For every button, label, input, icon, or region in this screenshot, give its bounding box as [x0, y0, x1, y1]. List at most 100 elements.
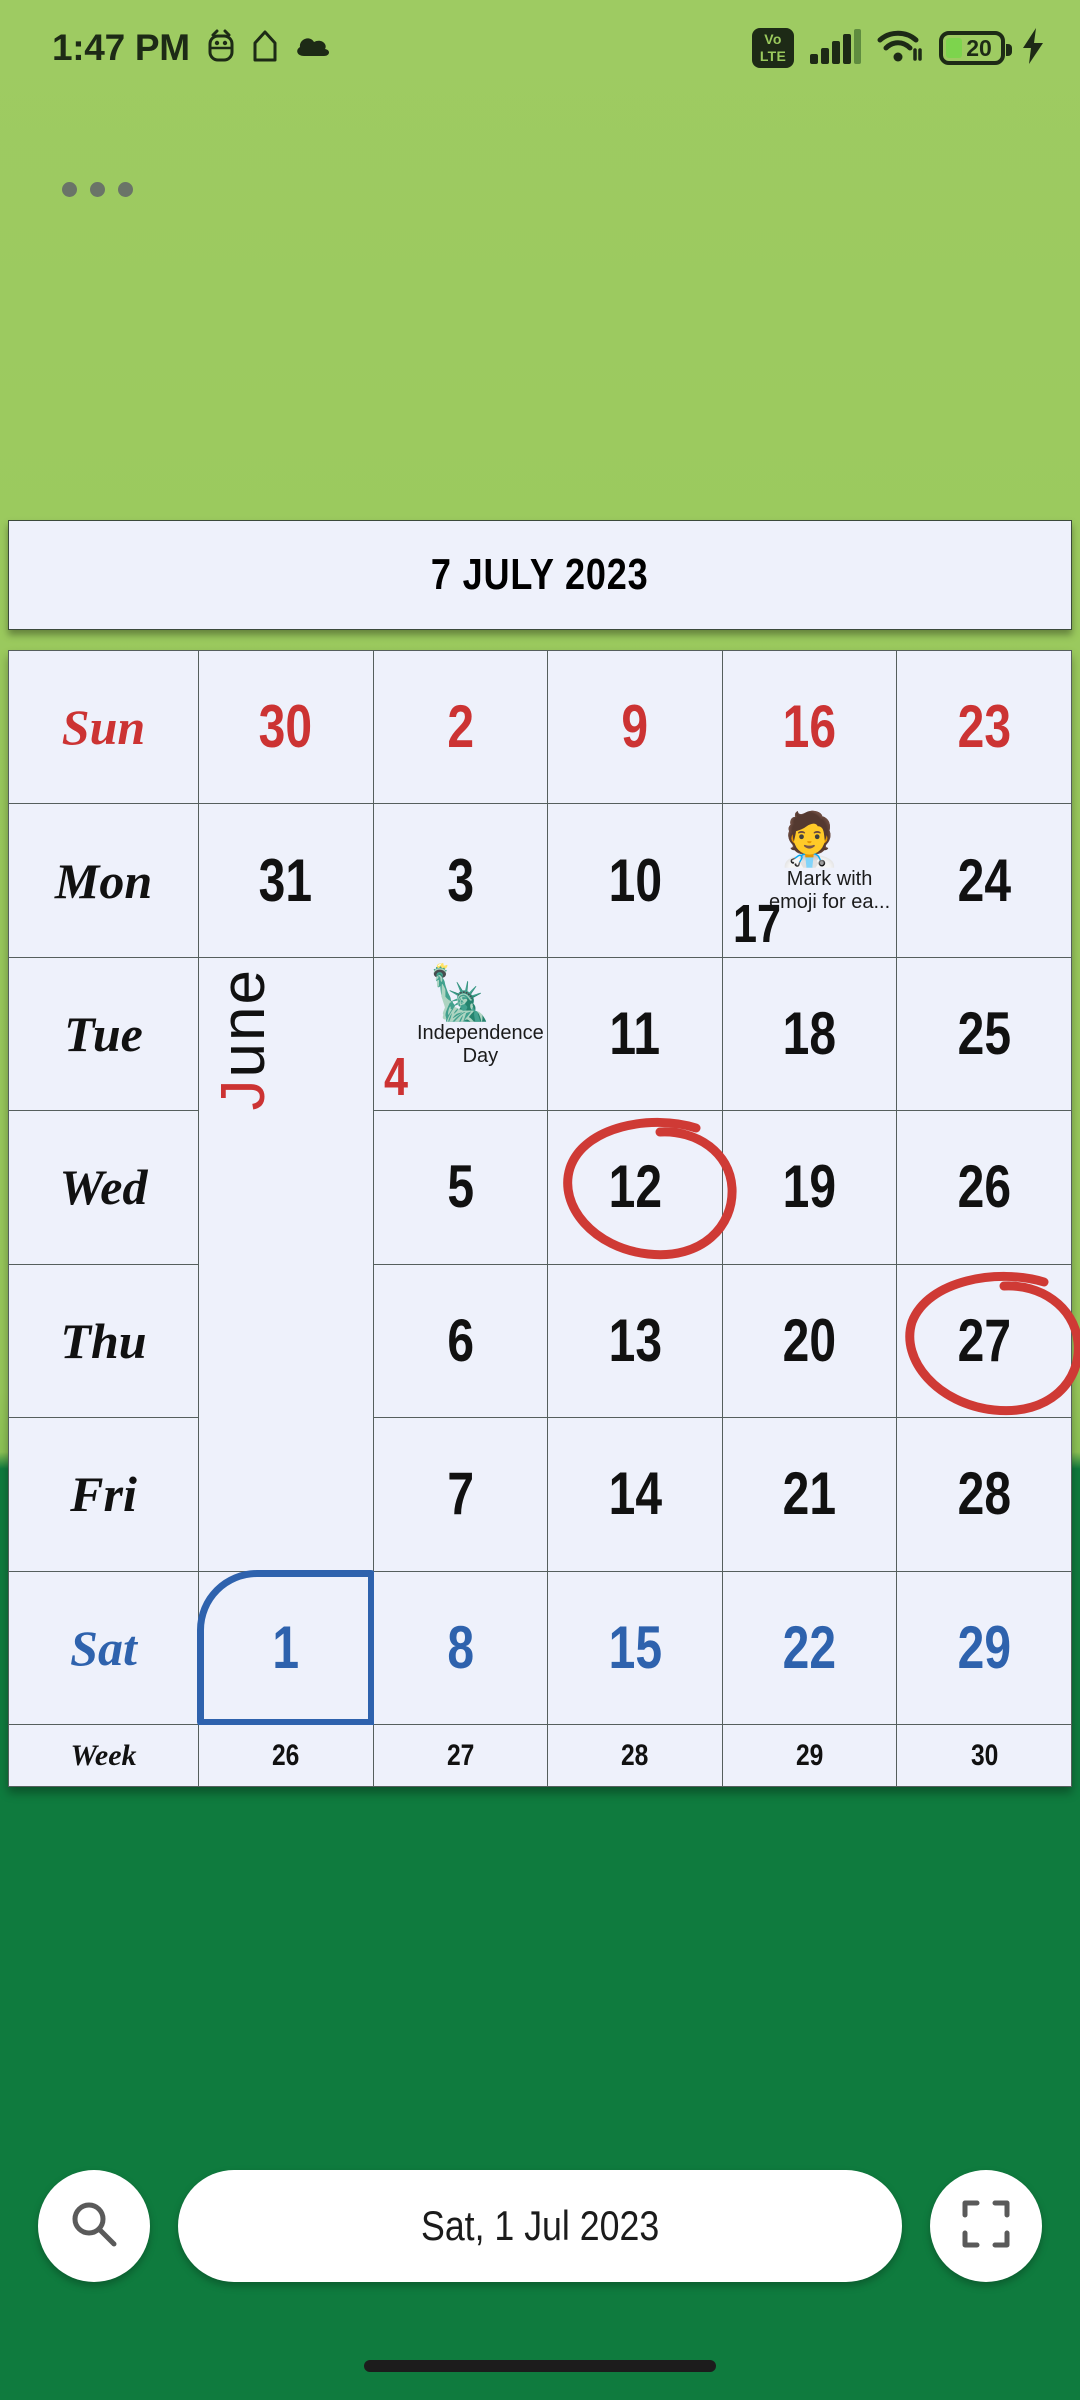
day-number: 19	[782, 1153, 837, 1221]
volte-bottom-label: LTE	[759, 48, 787, 64]
fullscreen-icon	[961, 2199, 1011, 2254]
calendar-grid: Sun 30 2 9 16 23	[8, 649, 1072, 1787]
day-cell-jul-13[interactable]: 13	[547, 1263, 723, 1419]
day-label-sun: Sun	[8, 649, 199, 805]
day-cell-jul-10[interactable]: 10	[547, 803, 723, 958]
status-bar: 1:47 PM Vo LTE 20	[0, 0, 1080, 96]
day-label-text: Mon	[54, 852, 153, 909]
day-number: 17	[732, 893, 781, 954]
day-number: 14	[608, 1460, 662, 1528]
day-number: 1	[272, 1613, 300, 1681]
overflow-dot	[118, 182, 133, 197]
day-cell-jul-25[interactable]: 25	[896, 956, 1072, 1112]
battery-icon: 20	[939, 31, 1012, 65]
day-number: 5	[447, 1153, 474, 1221]
day-cell-jun-30[interactable]: 30	[198, 649, 374, 805]
more-options-icon[interactable]	[62, 182, 133, 197]
day-label-text: Fri	[70, 1466, 137, 1523]
day-cell-jul-14[interactable]: 14	[547, 1417, 723, 1572]
gesture-navigation-bar[interactable]	[364, 2360, 716, 2372]
day-cell-jul-6[interactable]: 6	[372, 1263, 549, 1419]
day-cell-jul-24[interactable]: 24	[896, 803, 1072, 958]
day-number: 20	[782, 1306, 837, 1374]
day-number: 22	[782, 1613, 837, 1681]
day-number: 2	[447, 693, 474, 761]
day-number: 8	[447, 1613, 474, 1681]
week-number-cell[interactable]: 26	[198, 1724, 374, 1787]
day-number: 18	[782, 1000, 837, 1068]
day-cell-jul-28[interactable]: 28	[896, 1417, 1072, 1572]
status-bar-left: 1:47 PM	[52, 27, 334, 69]
day-label-text: Wed	[59, 1159, 148, 1216]
day-cell-jul-12[interactable]: 12	[547, 1110, 723, 1265]
calendar-grid-container[interactable]: Sun 30 2 9 16 23	[8, 649, 1072, 1787]
day-cell-jul-5[interactable]: 5	[372, 1110, 549, 1265]
table-row: Fri 7 14 21 28	[8, 1417, 1072, 1572]
day-cell-jul-21[interactable]: 21	[721, 1417, 898, 1572]
day-cell-jul-7[interactable]: 7	[372, 1417, 549, 1572]
day-label-fri: Fri	[8, 1417, 199, 1572]
search-button[interactable]	[38, 2170, 150, 2282]
day-label-sat: Sat	[8, 1570, 199, 1726]
status-bar-right: Vo LTE 20	[752, 27, 1046, 70]
day-cell-jul-15[interactable]: 15	[547, 1570, 723, 1726]
day-cell-jul-4[interactable]: 🗽 Independence Day 4	[372, 956, 549, 1112]
day-cell-jul-2[interactable]: 2	[372, 649, 549, 805]
day-cell-jul-17[interactable]: 🧑‍⚕️ Mark with emoji for ea... 17	[721, 803, 898, 958]
statue-of-liberty-emoji: 🗽	[428, 964, 493, 1023]
day-cell-jul-16[interactable]: 16	[721, 649, 898, 805]
day-cell-jul-23[interactable]: 23	[896, 649, 1072, 805]
day-number: 21	[782, 1460, 837, 1528]
day-number: 11	[609, 1000, 661, 1068]
day-cell-jul-20[interactable]: 20	[721, 1263, 898, 1419]
day-cell-jul-19[interactable]: 19	[721, 1110, 898, 1265]
android-debug-icon	[206, 29, 236, 68]
overflow-dot	[62, 182, 77, 197]
table-row: Tue June 🗽 Independence Day 4 11 18 25	[8, 956, 1072, 1572]
day-number: 15	[608, 1613, 662, 1681]
day-cell-jul-9[interactable]: 9	[547, 649, 723, 805]
day-label-text: Sat	[70, 1619, 137, 1676]
day-number: 28	[957, 1460, 1011, 1528]
day-number: 16	[782, 693, 837, 761]
week-number-cell[interactable]: 28	[547, 1724, 723, 1787]
table-row: Thu 6 13 20 27	[8, 1263, 1072, 1419]
week-label-cell: Week	[8, 1724, 199, 1787]
day-cell-jul-22[interactable]: 22	[721, 1570, 898, 1726]
week-number-cell[interactable]: 29	[721, 1724, 898, 1787]
day-cell-jul-8[interactable]: 8	[372, 1570, 549, 1726]
week-number: 28	[621, 1738, 649, 1772]
vertical-month-text: June	[209, 967, 278, 1111]
day-cell-jul-3[interactable]: 3	[372, 803, 549, 958]
day-cell-jul-1-selected[interactable]: 1	[197, 1569, 375, 1726]
day-cell-jul-11[interactable]: 11	[547, 956, 723, 1112]
cloud-icon	[294, 32, 334, 65]
day-cell-jul-18[interactable]: 18	[721, 956, 898, 1112]
day-label-tue: Tue	[8, 956, 199, 1112]
day-number: 13	[608, 1306, 662, 1374]
week-number: 29	[795, 1738, 824, 1772]
week-number-row: Week 26 27 28 29 30	[8, 1724, 1072, 1787]
week-number-cell[interactable]: 30	[896, 1724, 1072, 1787]
week-number: 26	[272, 1738, 300, 1772]
day-number: 12	[608, 1153, 662, 1221]
selected-date-button[interactable]: Sat, 1 Jul 2023	[178, 2170, 902, 2282]
week-number-cell[interactable]: 27	[372, 1724, 549, 1787]
day-cell-jul-26[interactable]: 26	[896, 1110, 1072, 1265]
day-cell-jul-31-prev[interactable]: 31	[198, 803, 374, 958]
table-row: Mon 31 3 10 🧑‍⚕️ Mark with emoji for ea.…	[8, 803, 1072, 958]
day-number: 10	[608, 846, 662, 914]
week-number: 30	[970, 1738, 998, 1772]
table-row: Sat 1 8 15 22 29	[8, 1569, 1072, 1726]
day-cell-jul-27[interactable]: 27	[896, 1263, 1072, 1419]
fullscreen-button[interactable]	[930, 2170, 1042, 2282]
overflow-dot	[90, 182, 105, 197]
day-label-text: Tue	[64, 1006, 143, 1063]
day-cell-jul-29[interactable]: 29	[896, 1570, 1072, 1726]
day-label-text: Thu	[60, 1312, 147, 1369]
day-number: 7	[447, 1460, 474, 1528]
volte-icon: Vo LTE	[752, 28, 794, 68]
day-number: 31	[259, 846, 313, 914]
week-number: 27	[446, 1738, 475, 1772]
month-header-bar[interactable]: 7 JULY 2023	[8, 520, 1072, 630]
